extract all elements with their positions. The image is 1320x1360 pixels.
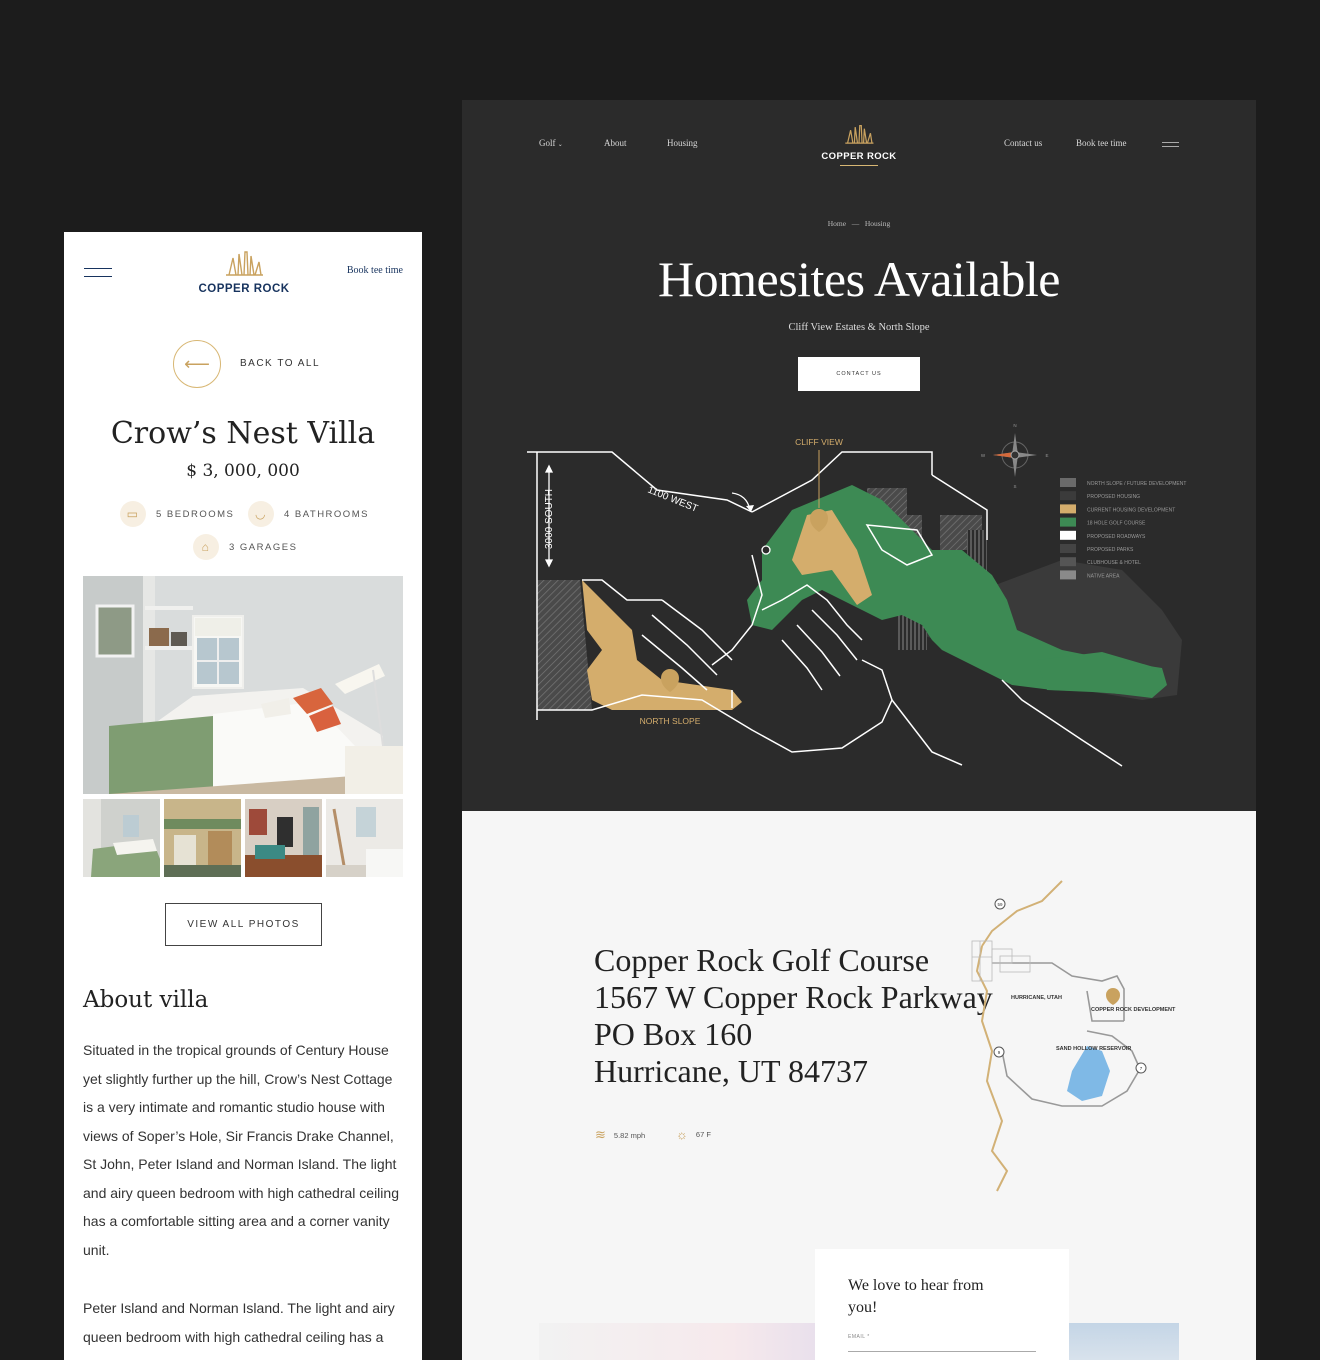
legend-label: CLUBHOUSE & HOTEL <box>1087 560 1141 566</box>
temperature-value: 67 F <box>695 1130 711 1139</box>
legend-label: PROPOSED HOUSING <box>1087 494 1140 500</box>
copper-rock-pin-icon[interactable] <box>1106 988 1120 1005</box>
thumbnail-photo-3[interactable] <box>245 799 322 877</box>
back-arrow-icon[interactable]: ⟵ <box>173 340 221 388</box>
site-plan-map[interactable]: CLIFF VIEW NORTH SLOPE 1100 WEST 3000 SO… <box>462 400 1256 780</box>
nav-book-tee-time[interactable]: Book tee time <box>1076 138 1127 148</box>
email-field-label: EMAIL * <box>848 1334 870 1340</box>
legend-swatch <box>1060 491 1076 501</box>
legend-label: 18 HOLE GOLF COURSE <box>1087 521 1146 527</box>
legend-swatch <box>1060 570 1076 580</box>
about-paragraph-1: Situated in the tropical grounds of Cent… <box>83 1042 399 1258</box>
hero-section: Golf ⌄ About Housing COPPER ROCK Contact… <box>462 100 1256 811</box>
address-line-1: Copper Rock Golf Course <box>594 942 930 978</box>
villa-price: $ 3, 000, 000 <box>186 461 300 481</box>
gallery-photo-right <box>1069 1323 1179 1360</box>
page-subtitle: Cliff View Estates & North Slope <box>788 322 930 333</box>
logo-underline <box>840 165 878 166</box>
gallery-photo-left <box>539 1323 815 1360</box>
bedrooms-label: 5 BEDROOMS <box>156 508 235 520</box>
address-line-2: 1567 W Copper Rock Parkway <box>594 979 993 1015</box>
contact-us-button[interactable]: CONTACT US <box>798 357 920 391</box>
about-paragraph-2: Peter Island and Norman Island. The ligh… <box>83 1300 395 1360</box>
cliff-view-label: CLIFF VIEW <box>795 437 843 447</box>
wind-icon: ≋ <box>595 1127 606 1142</box>
chevron-down-icon: ⌄ <box>557 142 563 148</box>
svg-text:E: E <box>1045 453 1048 458</box>
back-to-all-link[interactable]: BACK TO ALL <box>240 358 320 369</box>
temperature-readout: ☼ 67 F <box>676 1127 711 1142</box>
nav-about[interactable]: About <box>604 138 627 148</box>
breadcrumb-separator: — <box>851 219 860 228</box>
brand-name: COPPER ROCK <box>821 151 897 162</box>
nav-housing[interactable]: Housing <box>667 138 698 148</box>
location-section: Copper Rock Golf Course 1567 W Copper Ro… <box>462 811 1256 1360</box>
book-tee-time-link[interactable]: Book tee time <box>347 265 403 276</box>
svg-text:S: S <box>1013 484 1016 489</box>
logo[interactable]: COPPER ROCK <box>184 250 304 295</box>
feature-garages: ⌂ 3 GARAGES <box>193 534 297 560</box>
menu-icon[interactable] <box>84 268 112 277</box>
villa-title: Crow’s Nest Villa <box>110 416 376 451</box>
thumbnail-photo-4[interactable] <box>326 799 403 877</box>
bed-icon: ▭ <box>120 501 146 527</box>
svg-text:59: 59 <box>997 902 1003 907</box>
address-line-3: PO Box 160 <box>594 1016 753 1052</box>
legend-swatch <box>1060 557 1076 567</box>
legend-label: PROPOSED PARKS <box>1087 547 1134 553</box>
about-heading: About villa <box>83 987 209 1013</box>
legend-label: NATIVE AREA <box>1087 573 1120 579</box>
desktop-housing-page: Golf ⌄ About Housing COPPER ROCK Contact… <box>462 100 1256 1360</box>
north-slope-label: NORTH SLOPE <box>640 716 701 726</box>
area-map[interactable]: 59 9 7 HURRICANE, UTAH COPPER ROCK DEVEL… <box>952 871 1182 1201</box>
feature-bathrooms: ◡ 4 BATHROOMS <box>248 501 369 527</box>
breadcrumb-current[interactable]: Housing <box>865 219 890 228</box>
svg-text:W: W <box>981 453 986 458</box>
legend-label: CURRENT HOUSING DEVELOPMENT <box>1087 507 1175 513</box>
copper-rock-logo-icon <box>226 251 263 276</box>
thumbnail-photo-2[interactable] <box>164 799 241 877</box>
contact-form-card: We love to hear from you! EMAIL * <box>815 1249 1069 1360</box>
compass-icon: N S E W <box>981 423 1049 489</box>
legend-swatch <box>1060 504 1076 514</box>
feature-bedrooms: ▭ 5 BEDROOMS <box>120 501 234 527</box>
legend-label: NORTH SLOPE / FUTURE DEVELOPMENT <box>1087 481 1186 487</box>
sun-icon: ☼ <box>676 1127 688 1142</box>
wind-readout: ≋ 5.82 mph <box>595 1127 645 1143</box>
bathrooms-label: 4 BATHROOMS <box>284 508 369 520</box>
villa-main-photo[interactable] <box>83 576 403 794</box>
breadcrumb: Home — Housing <box>462 219 1256 228</box>
svg-text:N: N <box>1013 423 1016 428</box>
garage-icon: ⌂ <box>193 534 219 560</box>
mobile-villa-page: COPPER ROCK Book tee time ⟵ BACK TO ALL … <box>64 232 422 1360</box>
nav-contact[interactable]: Contact us <box>1004 138 1042 148</box>
contact-form-title: We love to hear from you! <box>848 1277 984 1316</box>
page-title: Homesites Available <box>658 251 1060 307</box>
legend-swatch <box>1060 530 1076 540</box>
sand-hollow-label: SAND HOLLOW RESERVOIR <box>1056 1046 1131 1052</box>
garages-label: 3 GARAGES <box>229 541 298 553</box>
address-line-4: Hurricane, UT 84737 <box>594 1053 868 1089</box>
bathtub-icon: ◡ <box>248 501 274 527</box>
legend-swatch <box>1060 517 1076 527</box>
hurricane-label: HURRICANE, UTAH <box>1011 995 1062 1001</box>
nav-golf[interactable]: Golf ⌄ <box>539 138 563 148</box>
brand-name: COPPER ROCK <box>198 283 290 295</box>
breadcrumb-home[interactable]: Home <box>828 219 846 228</box>
email-field[interactable] <box>848 1351 1036 1352</box>
wind-value: 5.82 mph <box>613 1130 646 1140</box>
thumbnail-photo-1[interactable] <box>83 799 160 877</box>
logo[interactable]: COPPER ROCK <box>799 122 919 166</box>
copper-rock-logo-icon <box>845 125 874 144</box>
legend-label: PROPOSED ROADWAYS <box>1087 534 1146 540</box>
legend-swatch <box>1060 478 1076 487</box>
road-1100-west-label: 1100 WEST <box>646 485 699 515</box>
road-3000-south-label: 3000 SOUTH <box>544 489 555 549</box>
menu-icon[interactable] <box>1162 142 1179 147</box>
legend-swatch <box>1060 544 1076 553</box>
copper-rock-map-label: COPPER ROCK DEVELOPMENT <box>1091 1007 1176 1013</box>
view-all-photos-button[interactable]: VIEW ALL PHOTOS <box>165 903 322 946</box>
